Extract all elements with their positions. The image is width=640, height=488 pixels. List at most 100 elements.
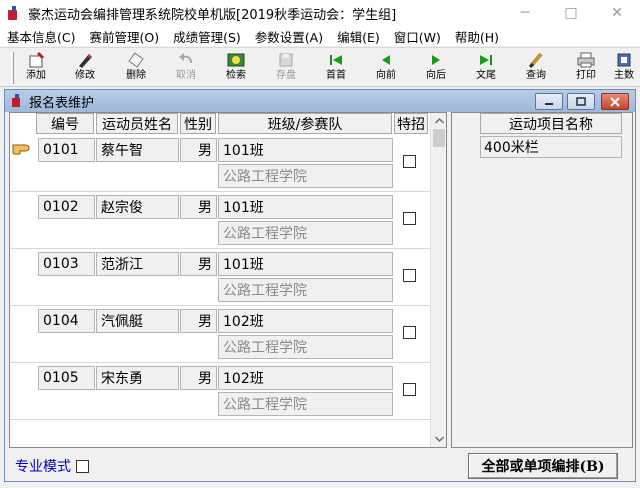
cell-school[interactable]: 公路工程学院: [218, 335, 393, 359]
cell-class[interactable]: 101班: [218, 252, 393, 276]
toolbar-prev-button[interactable]: 向前: [364, 51, 408, 85]
edit-icon: [75, 51, 95, 69]
special-recruit-checkbox[interactable]: [403, 326, 416, 339]
toolbar-save-button[interactable]: 存盘: [264, 51, 308, 85]
cell-athlete-name[interactable]: 赵宗俊: [96, 195, 179, 219]
scroll-up-arrow-icon[interactable]: [431, 113, 446, 129]
menu-settings[interactable]: 参数设置(A): [248, 27, 330, 46]
toolbar-edit-label: 修改: [75, 70, 95, 81]
toolbar-add-button[interactable]: 添加: [14, 51, 58, 85]
special-recruit-checkbox[interactable]: [403, 212, 416, 225]
main-data-icon: [614, 51, 634, 69]
cell-class[interactable]: 102班: [218, 309, 393, 333]
special-recruit-checkbox[interactable]: [403, 269, 416, 282]
cell-id[interactable]: 0104: [38, 309, 95, 333]
toolbar-add-label: 添加: [26, 70, 46, 81]
cell-school[interactable]: 公路工程学院: [218, 221, 393, 245]
cell-athlete-name[interactable]: 蔡午智: [96, 138, 179, 162]
pro-mode-label: 专业模式: [15, 459, 71, 475]
menu-basic-info[interactable]: 基本信息(C): [0, 27, 82, 46]
toolbar-cancel-button[interactable]: 取消: [164, 51, 208, 85]
toolbar-delete-button[interactable]: 删除: [114, 51, 158, 85]
menu-window[interactable]: 窗口(W): [387, 27, 448, 46]
child-close-button[interactable]: [601, 93, 629, 110]
cell-gender[interactable]: 男: [180, 195, 217, 219]
cell-athlete-name[interactable]: 范浙江: [96, 252, 179, 276]
toolbar-save-label: 存盘: [276, 70, 296, 81]
cell-athlete-name[interactable]: 汽佩艇: [96, 309, 179, 333]
column-header-id[interactable]: 编号: [36, 113, 94, 134]
child-restore-button[interactable]: [567, 93, 595, 110]
toolbar-print-button[interactable]: 打印: [564, 51, 608, 85]
cell-gender[interactable]: 男: [180, 309, 217, 333]
search-icon: [226, 51, 246, 69]
toolbar-prev-label: 向前: [376, 70, 396, 81]
app-logo-icon: [6, 5, 22, 21]
event-item[interactable]: 400米栏: [480, 136, 622, 158]
toolbar-query-button[interactable]: 查询: [514, 51, 558, 85]
menu-help[interactable]: 帮助(H): [448, 27, 506, 46]
menu-pre-match[interactable]: 赛前管理(O): [82, 27, 166, 46]
toolbar-search-button[interactable]: 检索: [214, 51, 258, 85]
column-header-special[interactable]: 特招: [394, 113, 428, 134]
query-icon: [526, 51, 546, 69]
toolbar-last-button[interactable]: 文尾: [464, 51, 508, 85]
pro-mode-checkbox[interactable]: [76, 459, 89, 473]
add-icon: [26, 51, 46, 69]
last-icon: [476, 51, 496, 69]
scroll-thumb[interactable]: [433, 129, 445, 147]
prev-icon: [376, 51, 396, 69]
column-header-athlete-name[interactable]: 运动员姓名: [96, 113, 178, 134]
registration-window: 报名表维护 编号 运动员姓名 性别 班级/参赛队 特招 0101 蔡午智 男 1…: [4, 89, 636, 482]
toolbar: 添加 修改 删除 取消 检索 存盘 首首 向前 向后 文尾 查询 打印 主数: [0, 47, 640, 87]
toolbar-print-label: 打印: [576, 70, 596, 81]
cell-gender[interactable]: 男: [180, 366, 217, 390]
column-header-gender[interactable]: 性别: [180, 113, 216, 134]
toolbar-main-data-label: 主数: [614, 70, 634, 81]
special-recruit-checkbox[interactable]: [403, 155, 416, 168]
toolbar-edit-button[interactable]: 修改: [63, 51, 107, 85]
menu-bar: 基本信息(C) 赛前管理(O) 成绩管理(S) 参数设置(A) 编辑(E) 窗口…: [0, 26, 640, 46]
cell-id[interactable]: 0101: [38, 138, 95, 162]
cell-school[interactable]: 公路工程学院: [218, 278, 393, 302]
pro-mode-toggle[interactable]: 专业模式: [15, 456, 89, 476]
child-minimize-button[interactable]: [535, 93, 563, 110]
column-header-event-name[interactable]: 运动项目名称: [480, 113, 622, 134]
toolbar-main-data-button[interactable]: 主数: [608, 51, 640, 85]
toolbar-first-button[interactable]: 首首: [314, 51, 358, 85]
cell-gender[interactable]: 男: [180, 138, 217, 162]
scroll-down-arrow-icon[interactable]: [431, 431, 446, 447]
cell-class[interactable]: 101班: [218, 138, 393, 162]
arrange-all-or-single-button[interactable]: 全部或单项编排(B): [468, 453, 618, 479]
cell-id[interactable]: 0105: [38, 366, 95, 390]
print-icon: [576, 51, 596, 69]
cell-class[interactable]: 102班: [218, 366, 393, 390]
cell-gender[interactable]: 男: [180, 252, 217, 276]
toolbar-last-label: 文尾: [476, 70, 496, 81]
close-button[interactable]: ✕: [594, 0, 640, 26]
cell-id[interactable]: 0103: [38, 252, 95, 276]
cell-athlete-name[interactable]: 宋东勇: [96, 366, 179, 390]
grid-vertical-scrollbar[interactable]: [430, 113, 446, 447]
events-panel: 运动项目名称 400米栏: [451, 112, 633, 448]
next-icon: [426, 51, 446, 69]
cell-school[interactable]: 公路工程学院: [218, 392, 393, 416]
registration-window-titlebar: 报名表维护: [5, 90, 635, 112]
row-divider: [10, 191, 430, 192]
special-recruit-checkbox[interactable]: [403, 383, 416, 396]
cell-class[interactable]: 101班: [218, 195, 393, 219]
row-divider: [10, 362, 430, 363]
maximize-button[interactable]: □: [548, 0, 594, 26]
minimize-button[interactable]: ─: [502, 0, 548, 26]
menu-results[interactable]: 成绩管理(S): [166, 27, 248, 46]
row-divider: [10, 248, 430, 249]
cell-id[interactable]: 0102: [38, 195, 95, 219]
save-icon: [276, 51, 296, 69]
current-record-pointer-icon: [11, 140, 33, 160]
cell-school[interactable]: 公路工程学院: [218, 164, 393, 188]
toolbar-first-label: 首首: [326, 70, 346, 81]
window-titlebar: 豪杰运动会编排管理系统院校单机版[2019秋季运动会：学生组] ─ □ ✕: [0, 0, 640, 26]
toolbar-next-button[interactable]: 向后: [414, 51, 458, 85]
column-header-class-team[interactable]: 班级/参赛队: [218, 113, 392, 134]
menu-edit[interactable]: 编辑(E): [330, 27, 387, 46]
